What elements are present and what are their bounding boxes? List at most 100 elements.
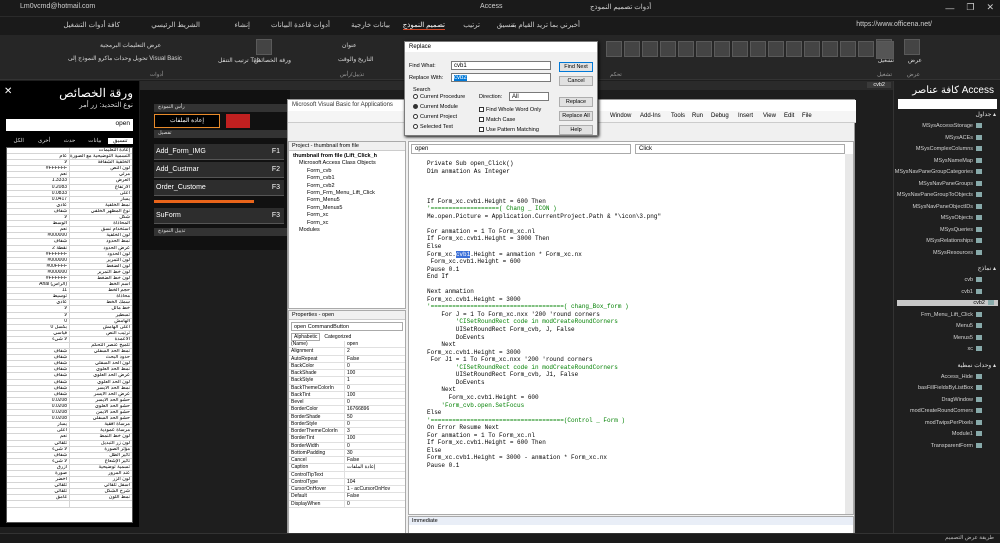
code-line[interactable]: If Form_xc.cvb1.Height = 600 Then xyxy=(427,198,847,206)
property-value[interactable]: 0.0208 xyxy=(7,410,69,415)
tab-categorized[interactable]: Categorized xyxy=(320,334,355,340)
vba-property-value[interactable]: 100 xyxy=(345,392,405,398)
code-line[interactable]: '=====================================(C… xyxy=(427,417,847,425)
nav-item[interactable]: Access_Hide xyxy=(941,374,982,380)
property-value[interactable]: #000000 xyxy=(7,233,69,238)
title-button[interactable]: عنوان xyxy=(342,42,357,49)
property-value[interactable]: شفاف xyxy=(7,239,69,244)
menu-tools[interactable]: Tools xyxy=(671,113,685,119)
code-line[interactable]: For J1 = 1 To Form_xc.nxx '200 'round co… xyxy=(427,356,847,364)
menu-addins[interactable]: Add-Ins xyxy=(640,113,661,119)
property-value[interactable]: تلقائي xyxy=(7,441,69,446)
nav-search-input[interactable] xyxy=(898,99,997,109)
vba-property-value[interactable] xyxy=(345,472,405,478)
vba-property-value[interactable]: 0 xyxy=(345,399,405,405)
property-value[interactable]: #000000 xyxy=(7,258,69,263)
property-value[interactable] xyxy=(7,501,69,506)
code-line[interactable]: Form_xc.cvb1.Height = 600 xyxy=(427,394,847,402)
order-custome-button[interactable]: Order_Custome F3 xyxy=(154,180,284,196)
tab-all[interactable]: الكل xyxy=(6,138,31,144)
code-line[interactable]: Dim anmation As Integer xyxy=(427,168,847,176)
help-button[interactable]: Help xyxy=(559,125,593,135)
property-grid[interactable]: إعادة التعليماتعامترتيب التسمية التوضيحي… xyxy=(6,147,133,523)
property-value[interactable]: لا xyxy=(7,160,69,165)
property-value[interactable]: شفاف xyxy=(7,349,69,354)
nav-item[interactable]: MSysComplexColumns xyxy=(916,146,982,152)
chk-whole-word[interactable]: Find Whole Word Only xyxy=(479,107,541,113)
header-label[interactable]: إعادة الملفات xyxy=(154,114,220,128)
code-line[interactable]: DoEvents xyxy=(427,379,847,387)
property-value[interactable]: عام xyxy=(7,154,69,159)
nav-item[interactable]: basFillFieldsByListBox xyxy=(918,385,982,391)
replace-button[interactable]: Replace xyxy=(559,97,593,107)
opt-current-project[interactable]: Current Project xyxy=(413,114,457,120)
tab-external-data[interactable]: بيانات خارجية xyxy=(351,21,390,29)
vba-property-value[interactable]: 0 xyxy=(345,421,405,427)
navigation-control-icon[interactable] xyxy=(732,41,748,57)
chart-control-icon[interactable] xyxy=(678,41,694,57)
property-value[interactable]: 11 xyxy=(7,288,69,293)
tree-folder[interactable]: Microsoft Access Class Objects xyxy=(291,160,403,167)
property-value[interactable]: #FFFFFF xyxy=(7,166,69,171)
cancel-button[interactable]: Cancel xyxy=(559,76,593,86)
nav-item[interactable]: MSysNavPaneGroupCategories xyxy=(895,169,982,175)
property-value[interactable]: شفاف xyxy=(7,386,69,391)
line-control-icon[interactable] xyxy=(660,41,676,57)
code-line[interactable]: Next xyxy=(427,341,847,349)
suform-button[interactable]: SuForm F3 xyxy=(154,208,284,224)
menu-insert[interactable]: Insert xyxy=(738,113,753,119)
code-line[interactable]: For anmation = 1 To Form_xc.nl xyxy=(427,228,847,236)
property-value[interactable]: لا شيء xyxy=(7,337,69,342)
tab-create[interactable]: إنشاء xyxy=(234,21,250,29)
minimize-button[interactable]: — xyxy=(945,3,954,13)
vba-property-row[interactable]: BottomPadding 30 xyxy=(289,449,405,457)
vba-property-row[interactable]: CursorOnHover 1 - acCursorOnHov xyxy=(289,486,405,494)
property-value[interactable]: عادي xyxy=(7,300,69,305)
control-select[interactable]: open xyxy=(6,119,133,131)
property-value[interactable]: لا xyxy=(7,215,69,220)
code-line[interactable]: 'Form_cvb.open.SetFocus xyxy=(427,402,847,410)
property-value[interactable]: شفاف xyxy=(7,453,69,458)
nav-item[interactable]: cvb2 xyxy=(897,300,998,306)
tab-event[interactable]: حدث xyxy=(57,138,82,144)
page-break-icon[interactable] xyxy=(696,41,712,57)
tab-database-tools[interactable]: أدوات قاعدة البيانات xyxy=(271,21,330,29)
nav-item[interactable]: MSysQueries xyxy=(940,227,982,233)
nav-item[interactable]: DragWindow xyxy=(942,397,982,403)
property-value[interactable]: لا شيء xyxy=(7,447,69,452)
code-line[interactable]: Next anmation xyxy=(427,288,847,296)
vba-property-value[interactable]: 100 xyxy=(345,370,405,376)
nav-item[interactable]: TransparentForm xyxy=(931,443,982,449)
convert-macros-button[interactable]: تحويل وحدات ماكرو النموذج إلى Visual Bas… xyxy=(68,55,182,62)
vba-property-row[interactable]: Caption إعادة الملفات xyxy=(289,464,405,472)
vba-property-value[interactable]: 100 xyxy=(345,435,405,441)
menu-file[interactable]: File xyxy=(802,113,812,119)
property-value[interactable]: شفاف xyxy=(7,380,69,385)
tab-arrange[interactable]: ترتيب xyxy=(463,21,480,29)
code-line[interactable]: Form_xc.cvb1.Height = anmation * Form_xc… xyxy=(427,250,847,259)
tab-home[interactable]: الشريط الرئيسي xyxy=(151,21,200,29)
property-value[interactable]: شفاف xyxy=(7,373,69,378)
opt-selected-text[interactable]: Selected Text xyxy=(413,124,453,130)
property-value[interactable]: 0.0417 xyxy=(7,197,69,202)
vba-property-row[interactable]: BorderThemeColorIn 3 xyxy=(289,428,405,436)
account-label[interactable]: Lm0vcmd@hotmail.com xyxy=(20,3,95,10)
code-line[interactable]: UISetRoundRect Form_cvb, J1, False xyxy=(427,371,847,379)
property-value[interactable] xyxy=(7,343,69,348)
property-value[interactable]: أعلى xyxy=(7,428,69,433)
property-value[interactable]: 0 xyxy=(7,319,69,324)
nav-item[interactable]: MSysRelationships xyxy=(926,238,982,244)
code-line[interactable]: 'CISetRoundRect code in modCreateRoundCo… xyxy=(427,318,847,326)
vba-property-row[interactable]: Default False xyxy=(289,493,405,501)
code-line[interactable]: Form_xc.cvb1.Height = 600 xyxy=(427,258,847,266)
code-line[interactable]: If Form_xc.cvb1.Height = 3000 Then xyxy=(427,235,847,243)
project-tree[interactable]: thumbnail from file (Lift_Click_h Micros… xyxy=(289,151,405,236)
replace-all-button[interactable]: Replace All xyxy=(559,111,593,121)
nav-group-header[interactable]: نماذج ▴ xyxy=(978,265,996,272)
code-line[interactable]: '===================( Chang _ ICON ) xyxy=(427,205,847,213)
nav-item[interactable]: cvb xyxy=(964,277,982,283)
vba-property-value[interactable]: 3 xyxy=(345,428,405,434)
vba-property-row[interactable]: BorderWidth 0 xyxy=(289,442,405,450)
property-value[interactable]: أزرق xyxy=(7,465,69,470)
property-value[interactable]: شفاف xyxy=(7,367,69,372)
